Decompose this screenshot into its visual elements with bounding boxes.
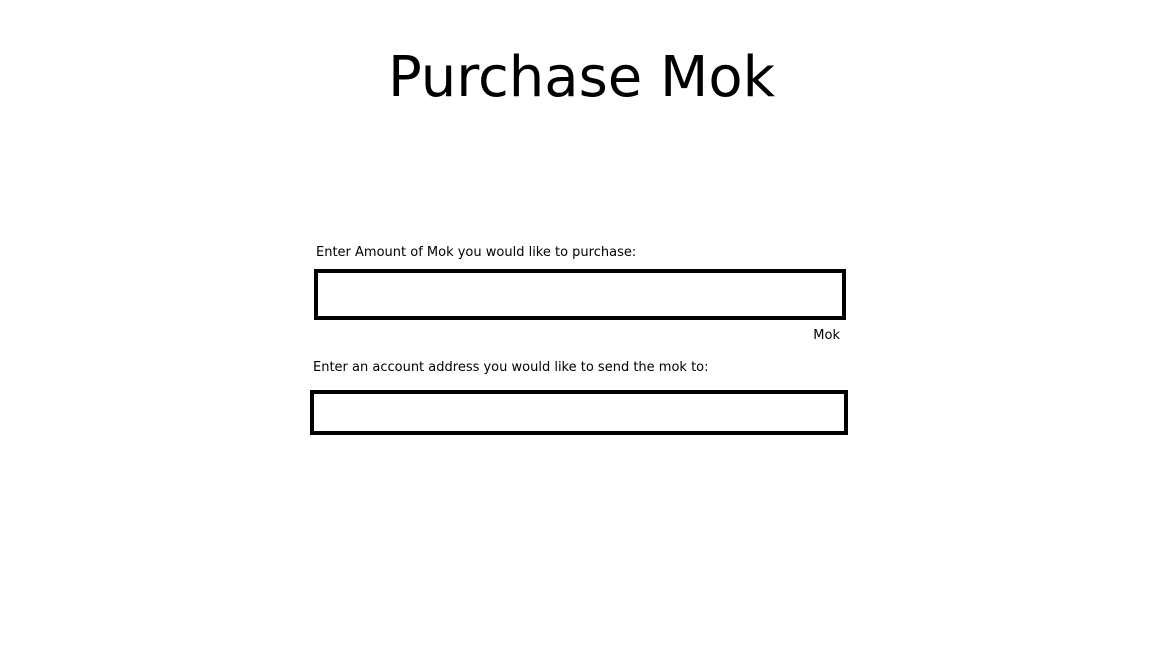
address-label: Enter an account address you would like … — [313, 360, 709, 375]
purchase-page: Purchase Mok Enter Amount of Mok you wou… — [0, 0, 1152, 648]
amount-unit-label: Mok — [813, 328, 840, 343]
account-address-input[interactable] — [310, 390, 848, 435]
page-title: Purchase Mok — [387, 45, 776, 110]
amount-label: Enter Amount of Mok you would like to pu… — [316, 245, 637, 260]
amount-input[interactable] — [314, 269, 846, 320]
